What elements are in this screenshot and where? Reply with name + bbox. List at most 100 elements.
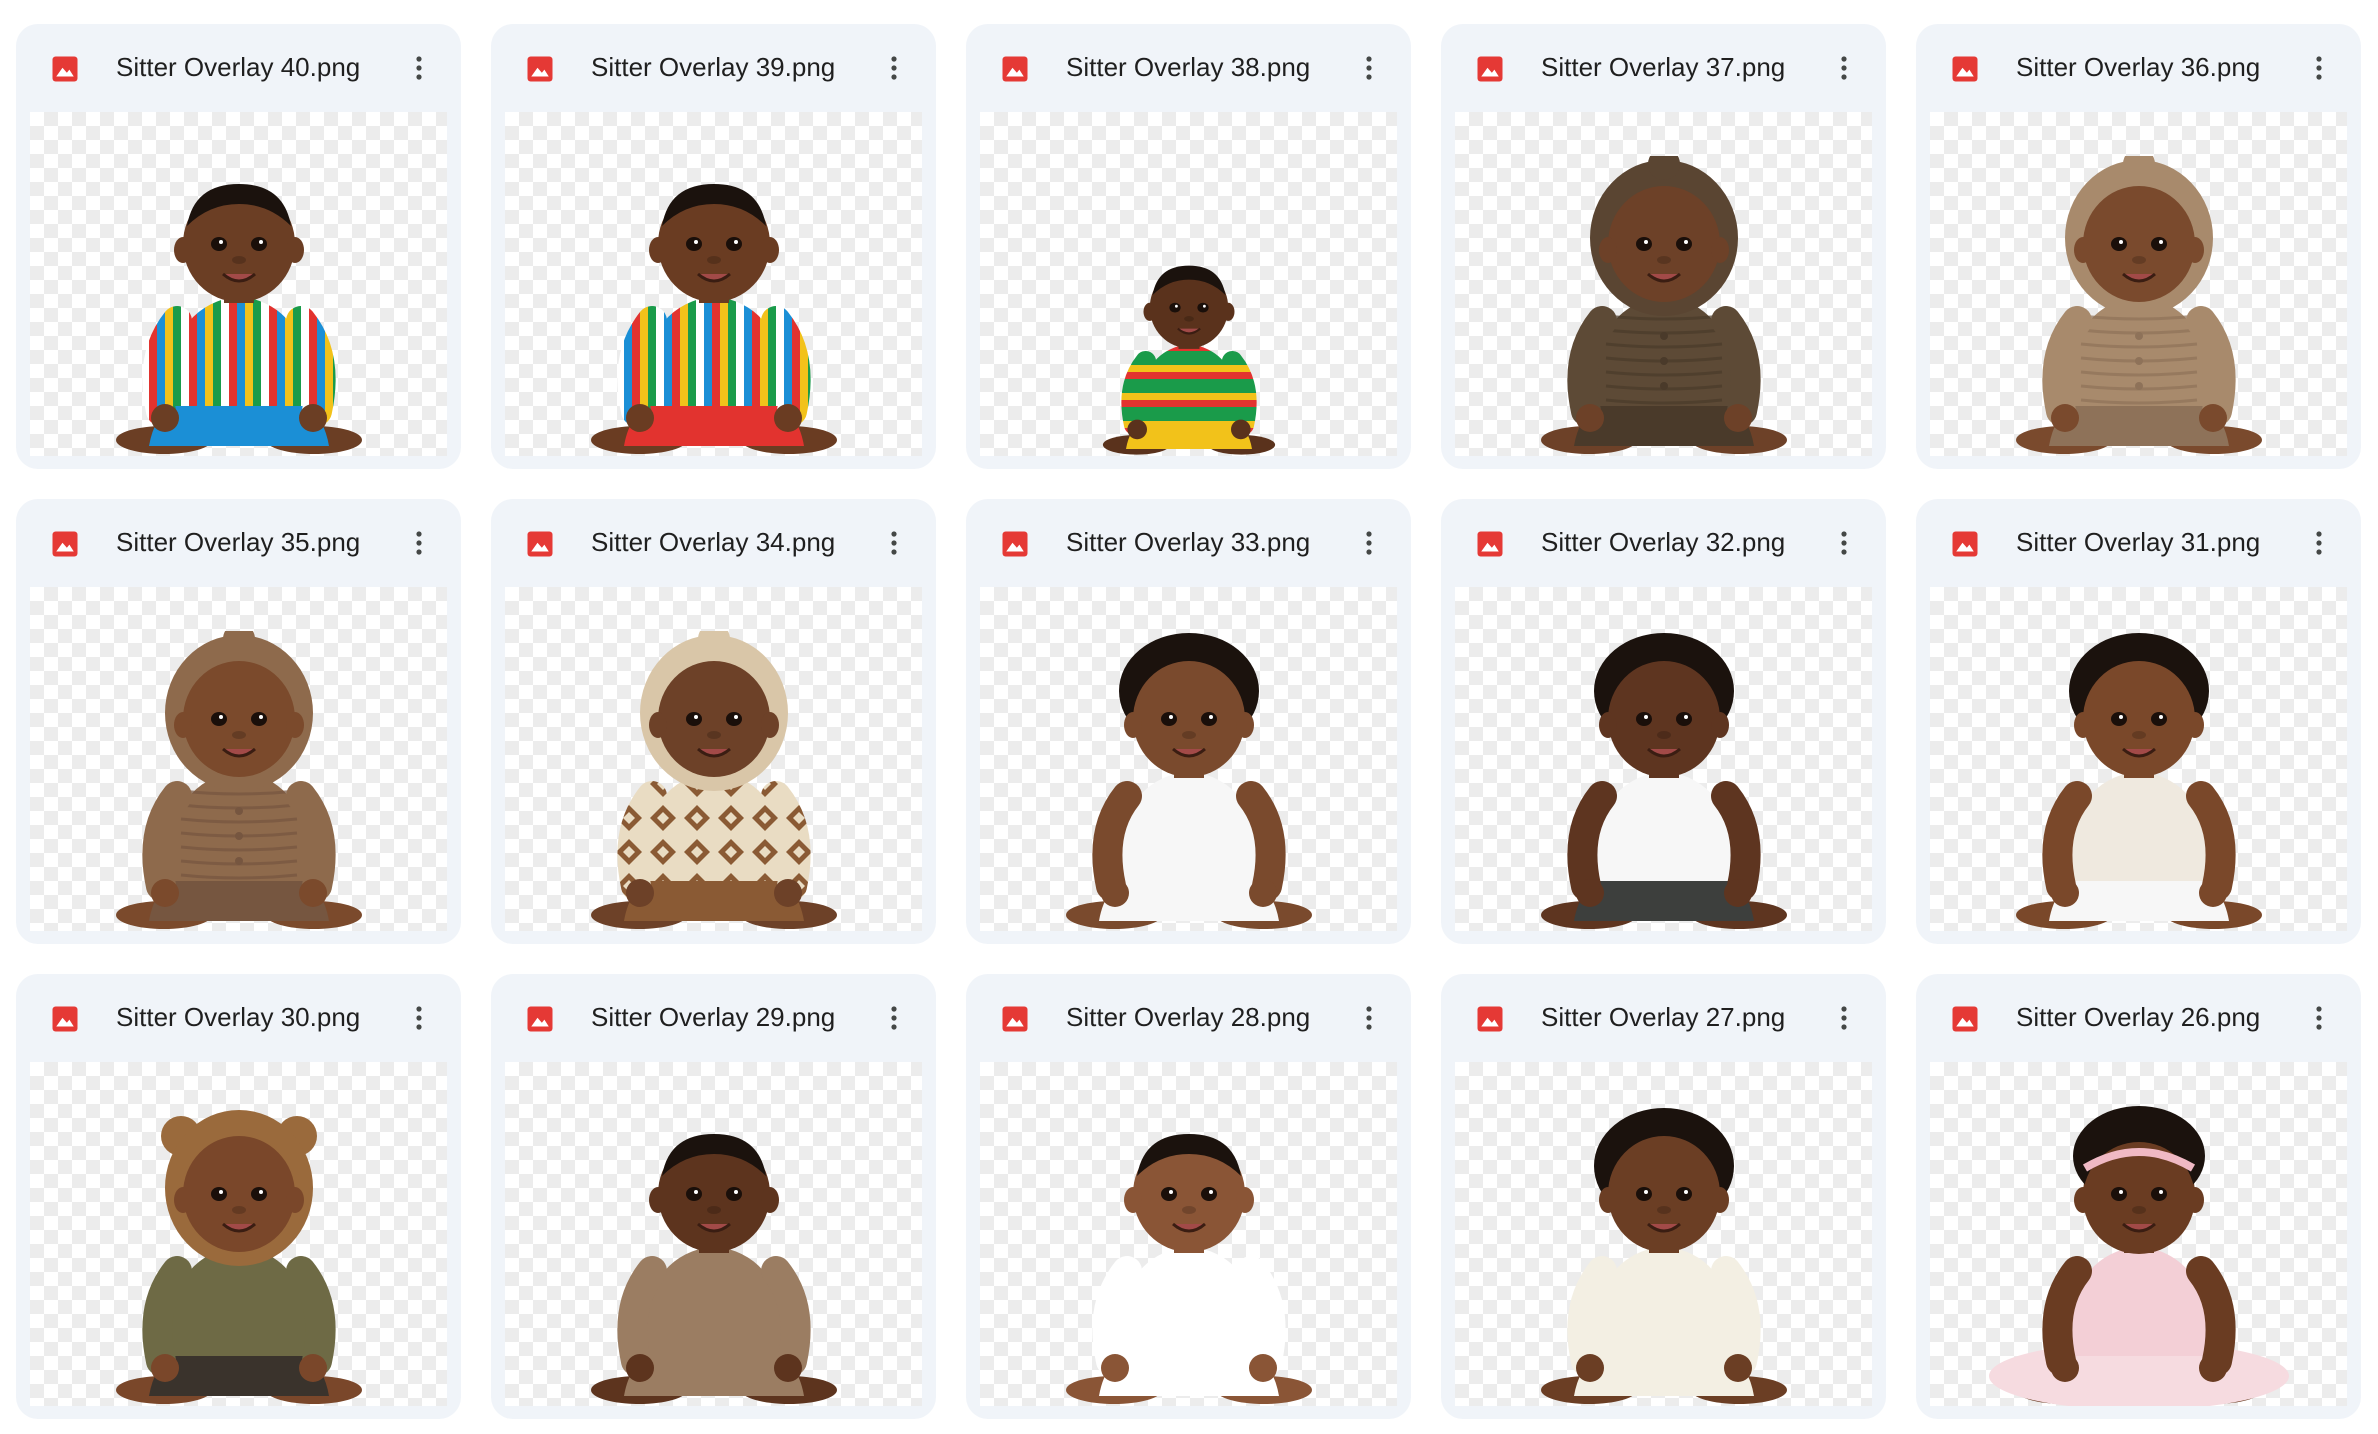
more-vertical-icon [1841,56,1847,80]
more-actions-button[interactable] [399,48,439,88]
image-file-icon [52,531,78,557]
baby-photo [115,184,362,454]
file-card[interactable]: Sitter Overlay 31.png [1916,499,2361,944]
more-vertical-icon [416,531,422,555]
file-card[interactable]: Sitter Overlay 26.png [1916,974,2361,1419]
more-actions-button[interactable] [1824,48,1864,88]
baby-photo [1102,265,1275,455]
file-card[interactable]: Sitter Overlay 38.png [966,24,1411,469]
file-card-header: Sitter Overlay 32.png [1441,499,1886,585]
file-thumbnail[interactable] [505,1062,922,1406]
more-vertical-icon [1366,56,1372,80]
file-card-header: Sitter Overlay 37.png [1441,24,1886,110]
more-vertical-icon [2316,531,2322,555]
file-name: Sitter Overlay 40.png [116,52,361,82]
file-thumbnail[interactable] [1930,112,2347,456]
more-actions-button[interactable] [2299,523,2339,563]
file-name: Sitter Overlay 39.png [591,52,836,82]
file-card[interactable]: Sitter Overlay 37.png [1441,24,1886,469]
file-thumbnail[interactable] [505,587,922,931]
file-thumbnail[interactable] [505,112,922,456]
baby-photo [2015,156,2262,454]
image-file-icon [1477,1006,1503,1032]
file-card-header: Sitter Overlay 26.png [1916,974,2361,1060]
file-thumbnail[interactable] [980,1062,1397,1406]
file-card[interactable]: Sitter Overlay 34.png [491,499,936,944]
file-name: Sitter Overlay 33.png [1066,527,1311,557]
file-card[interactable]: Sitter Overlay 40.png [16,24,461,469]
file-card-header: Sitter Overlay 38.png [966,24,1411,110]
baby-photo [1988,1106,2289,1406]
file-card-header: Sitter Overlay 39.png [491,24,936,110]
image-file-icon [1952,531,1978,557]
more-actions-button[interactable] [1349,48,1389,88]
file-name: Sitter Overlay 32.png [1541,527,1786,557]
file-card[interactable]: Sitter Overlay 33.png [966,499,1411,944]
file-name: Sitter Overlay 35.png [116,527,361,557]
image-file-icon [1002,56,1028,82]
file-name: Sitter Overlay 37.png [1541,52,1786,82]
file-card[interactable]: Sitter Overlay 27.png [1441,974,1886,1419]
image-file-icon [1002,531,1028,557]
more-vertical-icon [1841,1006,1847,1030]
file-card[interactable]: Sitter Overlay 29.png [491,974,936,1419]
file-thumbnail[interactable] [1930,1062,2347,1406]
file-name: Sitter Overlay 31.png [2016,527,2261,557]
baby-photo [590,1134,837,1404]
file-card[interactable]: Sitter Overlay 35.png [16,499,461,944]
file-name: Sitter Overlay 27.png [1541,1002,1786,1032]
more-actions-button[interactable] [874,523,914,563]
more-actions-button[interactable] [1824,998,1864,1038]
file-thumbnail[interactable] [30,587,447,931]
file-card-header: Sitter Overlay 29.png [491,974,936,1060]
more-vertical-icon [1366,531,1372,555]
more-actions-button[interactable] [874,48,914,88]
baby-photo [2015,633,2262,929]
more-actions-button[interactable] [399,523,439,563]
more-actions-button[interactable] [874,998,914,1038]
image-file-icon [52,1006,78,1032]
more-vertical-icon [2316,1006,2322,1030]
file-card[interactable]: Sitter Overlay 36.png [1916,24,2361,469]
more-vertical-icon [891,56,897,80]
baby-photo [590,631,837,929]
file-name: Sitter Overlay 34.png [591,527,836,557]
image-file-icon [527,1006,553,1032]
file-grid: Sitter Overlay 40.png Sitter Overlay 39.… [16,24,2361,1419]
file-card-header: Sitter Overlay 30.png [16,974,461,1060]
file-thumbnail[interactable] [1455,112,1872,456]
image-file-icon [1477,56,1503,82]
more-vertical-icon [891,1006,897,1030]
more-actions-button[interactable] [2299,48,2339,88]
more-vertical-icon [2316,56,2322,80]
file-name: Sitter Overlay 36.png [2016,52,2261,82]
file-card[interactable]: Sitter Overlay 32.png [1441,499,1886,944]
file-thumbnail[interactable] [30,1062,447,1406]
image-file-icon [1477,531,1503,557]
more-actions-button[interactable] [1349,523,1389,563]
more-vertical-icon [416,56,422,80]
more-actions-button[interactable] [1349,998,1389,1038]
file-card-header: Sitter Overlay 36.png [1916,24,2361,110]
image-file-icon [52,56,78,82]
file-thumbnail[interactable] [1455,1062,1872,1406]
file-card-header: Sitter Overlay 40.png [16,24,461,110]
baby-photo [1540,633,1787,929]
image-file-icon [1952,1006,1978,1032]
file-card[interactable]: Sitter Overlay 28.png [966,974,1411,1419]
file-card[interactable]: Sitter Overlay 39.png [491,24,936,469]
file-thumbnail[interactable] [980,587,1397,931]
more-actions-button[interactable] [399,998,439,1038]
file-thumbnail[interactable] [30,112,447,456]
file-card-header: Sitter Overlay 34.png [491,499,936,585]
file-card-header: Sitter Overlay 35.png [16,499,461,585]
image-file-icon [527,56,553,82]
file-thumbnail[interactable] [980,112,1397,456]
more-actions-button[interactable] [2299,998,2339,1038]
file-name: Sitter Overlay 26.png [2016,1002,2261,1032]
file-thumbnail[interactable] [1930,587,2347,931]
file-card-header: Sitter Overlay 31.png [1916,499,2361,585]
file-thumbnail[interactable] [1455,587,1872,931]
file-card[interactable]: Sitter Overlay 30.png [16,974,461,1419]
more-actions-button[interactable] [1824,523,1864,563]
